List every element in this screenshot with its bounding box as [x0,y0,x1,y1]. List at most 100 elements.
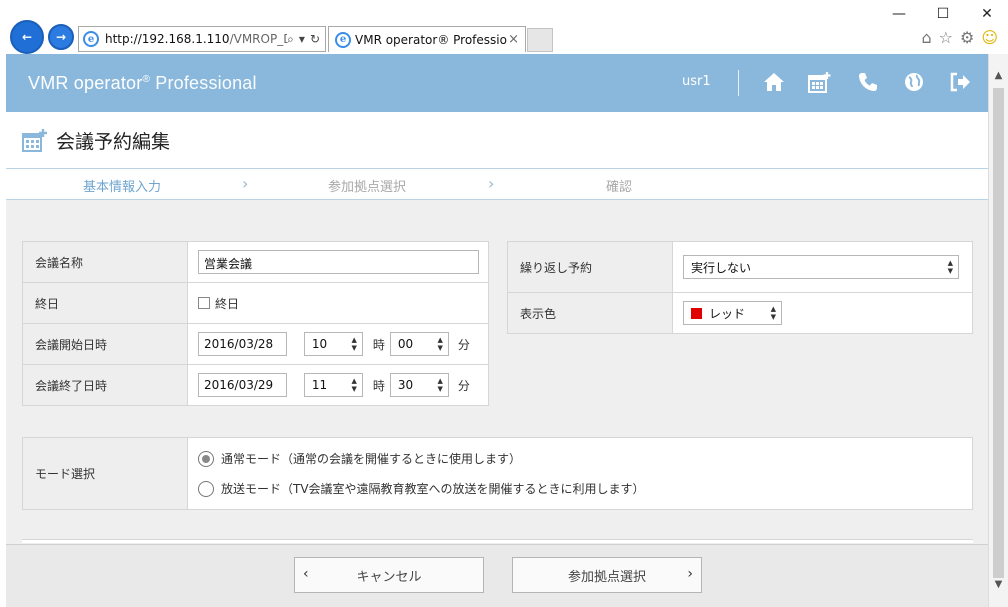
chevron-left-icon: ‹ [303,566,309,582]
minute-unit: 分 [457,378,470,393]
repeat-value: 実行しない [691,260,752,275]
app-title-sub: Professional [155,72,257,93]
color-select[interactable]: レッド ▲ ▼ [683,301,782,325]
select-arrows-icon: ▲ ▼ [770,305,776,321]
form-row-all-day: 終日 終日 [22,282,489,324]
form-row-color: 表示色 レッド ▲ ▼ [507,292,973,334]
next-section-edge [22,539,973,543]
vertical-scrollbar[interactable]: ▲ ▼ [988,54,1008,607]
end-minute-value: 30 [397,378,414,392]
user-name[interactable]: usr1 [682,74,711,89]
app-title-main: VMR operator [28,72,143,93]
action-bar: ‹ キャンセル 参加拠点選択 › [6,544,988,607]
select-arrows-icon: ▲ ▼ [947,259,953,275]
refresh-icon[interactable]: ↻ [310,32,320,47]
minimize-icon[interactable]: — [888,4,910,24]
start-minute-value: 00 [397,337,414,351]
end-hour-stepper[interactable]: 11 ▲ ▼ [303,373,363,397]
new-tab-button[interactable] [527,28,553,52]
next-button[interactable]: 参加拠点選択 › [512,557,702,593]
meeting-name-label: 会議名称 [22,241,188,283]
step-basic-info: 基本情報入力 [83,180,162,195]
scroll-down-icon[interactable]: ▼ [989,575,1008,593]
step-confirm: 確認 [606,180,633,195]
step-site-select: 参加拠点選択 [328,180,407,195]
repeat-label: 繰り返し予約 [507,241,673,293]
radio-normal[interactable] [198,450,214,467]
start-hour-value: 10 [311,337,328,351]
url-host: http://192.168.1.110 [105,32,230,46]
maximize-icon[interactable]: ☐ [932,4,954,24]
mode-table: モード選択 通常モード（通常の会議を開催するときに使用します） 放送モード（TV… [22,437,973,510]
form-row-mode: モード選択 通常モード（通常の会議を開催するときに使用します） 放送モード（TV… [22,437,973,510]
dropdown-icon[interactable]: ▾ [299,32,305,47]
scroll-thumb[interactable] [993,88,1004,578]
form-row-repeat: 繰り返し予約 実行しない ▲ ▼ [507,241,973,293]
globe-icon[interactable] [902,70,926,94]
chevron-right-icon: › [488,174,495,193]
radio-broadcast[interactable] [198,480,214,497]
form-row-start: 会議開始日時 2016/03/28 10 ▲ ▼ 時 00 ▲ ▼ 分 [22,323,489,365]
ie-icon: e [83,31,99,47]
repeat-select[interactable]: 実行しない ▲ ▼ [683,255,959,279]
mode-label: モード選択 [22,437,188,510]
all-day-checkbox-label[interactable]: 終日 [215,297,239,311]
spinner-arrows-icon[interactable]: ▲ ▼ [351,336,356,352]
app-title: VMR operator® Professional [28,73,257,94]
sign-out-icon[interactable] [948,70,972,94]
meeting-name-input[interactable]: 営業会議 [198,250,479,274]
spinner-arrows-icon[interactable]: ▲ ▼ [437,377,442,393]
form-row-meeting-name: 会議名称 営業会議 [22,241,489,283]
search-icon[interactable]: ⌕ [287,32,294,47]
end-minute-stepper[interactable]: 30 ▲ ▼ [389,373,449,397]
window-controls: — ☐ ✕ [888,4,998,24]
scroll-up-icon[interactable]: ▲ [989,66,1008,84]
mode-option-normal-label[interactable]: 通常モード（通常の会議を開催するときに使用します） [221,450,521,467]
hour-unit: 時 [372,337,385,352]
close-icon[interactable]: ✕ [976,4,998,24]
mode-option-broadcast-label[interactable]: 放送モード（TV会議室や遠隔教育教室への放送を開催するときに利用します） [221,480,645,497]
next-button-label: 参加拠点選択 [567,569,646,585]
favorites-icon[interactable]: ☆ [939,28,953,47]
ie-icon: e [335,31,351,48]
header-divider [738,70,739,96]
display-color-label: 表示色 [507,292,673,334]
start-hour-stepper[interactable]: 10 ▲ ▼ [303,332,363,356]
start-date-input[interactable]: 2016/03/28 [198,332,287,356]
settings-icon[interactable]: ⚙ [960,28,974,47]
home-icon[interactable] [762,70,786,94]
page-title-bar: 会議予約編集 [6,112,988,168]
cancel-button-label: キャンセル [356,569,422,585]
phone-icon[interactable] [856,70,880,94]
page-title: 会議予約編集 [56,130,171,153]
calendar-edit-icon [22,128,47,152]
browser-window: — ☐ ✕ ← → e http://192.168.1.110/VMROP_D… [0,0,1008,607]
start-datetime-label: 会議開始日時 [22,323,188,365]
registered-mark: ® [142,73,151,85]
address-bar[interactable]: e http://192.168.1.110/VMROP_De ⌕ ▾ ↻ [78,26,326,52]
all-day-checkbox[interactable] [198,297,210,309]
home-icon[interactable]: ⌂ [921,28,931,47]
mode-option-broadcast[interactable]: 放送モード（TV会議室や遠隔教育教室への放送を開催するときに利用します） [198,478,972,500]
calendar-add-icon[interactable] [808,70,832,94]
form-row-end: 会議終了日時 2016/03/29 11 ▲ ▼ 時 30 ▲ ▼ 分 [22,364,489,406]
browser-toolbar: ⌂ ☆ ⚙ ☺ [921,28,998,47]
forward-button[interactable]: → [48,24,74,50]
options-table: 繰り返し予約 実行しない ▲ ▼ 表示色 レッド ▲ ▼ [507,241,973,334]
tab-close-icon[interactable]: × [508,32,519,47]
back-button[interactable]: ← [10,20,44,54]
arrow-left-icon: ← [21,30,33,44]
arrow-right-icon: → [55,30,67,44]
color-value: レッド [709,306,746,321]
page-viewport: VMR operator® Professional usr1 会議予約編集 基… [6,54,988,607]
cancel-button[interactable]: ‹ キャンセル [294,557,484,593]
end-date-input[interactable]: 2016/03/29 [198,373,287,397]
start-minute-stepper[interactable]: 00 ▲ ▼ [389,332,449,356]
spinner-arrows-icon[interactable]: ▲ ▼ [437,336,442,352]
browser-tab[interactable]: e VMR operator® Professional × [328,26,526,52]
mode-option-normal[interactable]: 通常モード（通常の会議を開催するときに使用します） [198,448,972,470]
spinner-arrows-icon[interactable]: ▲ ▼ [351,377,356,393]
feedback-icon[interactable]: ☺ [981,28,998,47]
url-text[interactable]: http://192.168.1.110/VMROP_De [105,32,287,46]
end-hour-value: 11 [311,378,328,392]
